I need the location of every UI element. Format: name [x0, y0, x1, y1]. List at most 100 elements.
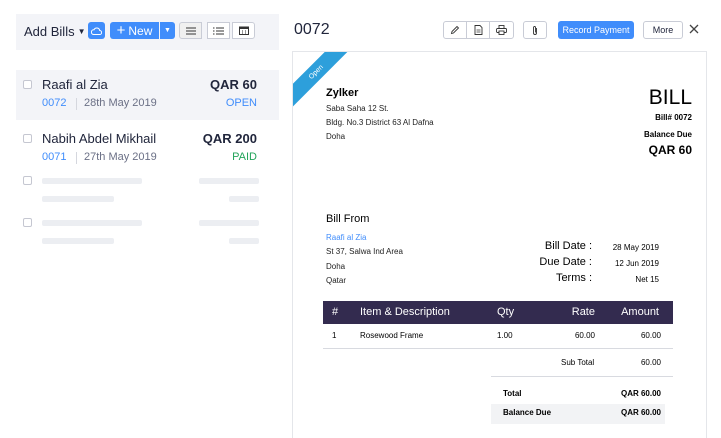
total-row: Total QAR 60.00 [491, 385, 663, 405]
pdf-icon [474, 25, 482, 35]
balance-due-amount: QAR 60 [648, 143, 692, 157]
bill-date: 27th May 2019 [84, 151, 157, 163]
calendar-view-button[interactable] [232, 22, 255, 39]
bill-document: Open Zylker Saba Saha 12 St. Bldg. No.3 … [292, 51, 707, 438]
item-num: 1 [332, 331, 337, 340]
vendor-address-line: Doha [326, 262, 346, 271]
skeleton-line [229, 196, 259, 202]
new-label: New [128, 23, 153, 38]
row-checkbox[interactable] [23, 80, 32, 89]
col-header-amount: Amount [621, 306, 659, 318]
bill-detail-pane: 0072 Record Payment More Open Zylker Sab… [280, 0, 721, 438]
vendor-name: Nabih Abdel Mikhail [42, 131, 157, 146]
total-label: Total [503, 389, 522, 398]
due-date-label: Due Date : [539, 256, 592, 268]
sub-total-value: 60.00 [640, 358, 661, 367]
skeleton-checkbox [23, 218, 32, 227]
status-badge: OPEN [225, 97, 257, 109]
sub-total-row: Sub Total 60.00 [491, 354, 663, 374]
pencil-icon [450, 25, 460, 35]
edit-button[interactable] [443, 21, 467, 39]
divider [323, 348, 673, 349]
status-badge: PAID [232, 151, 257, 163]
close-button[interactable] [686, 19, 702, 39]
bill-row[interactable]: Nabih Abdel Mikhail QAR 200 0071 27th Ma… [16, 124, 279, 174]
bill-list-pane: Add Bills ▼ + New ▼ Raafi al Zia QAR 60 00… [16, 14, 279, 438]
col-header-qty: Qty [497, 306, 515, 318]
skeleton-line [199, 220, 259, 226]
cloud-upload-button[interactable] [88, 22, 105, 39]
page-title: 0072 [294, 21, 330, 38]
terms-value: Net 15 [635, 275, 659, 284]
bill-amount: QAR 200 [202, 131, 257, 146]
vendor-address-line: St 37, Salwa Ind Area [326, 247, 403, 256]
paperclip-icon [533, 25, 537, 35]
item-amount: 60.00 [640, 331, 661, 340]
balance-due-label: Balance Due [643, 130, 692, 139]
row-checkbox[interactable] [23, 134, 32, 143]
new-bill-button[interactable]: + New [110, 22, 159, 39]
record-payment-button[interactable]: Record Payment [558, 21, 634, 39]
terms-label: Terms : [555, 272, 592, 284]
skeleton-line [42, 220, 142, 226]
col-header-item: Item & Description [360, 306, 450, 318]
print-button[interactable] [489, 21, 514, 39]
bill-date-label: Bill Date : [544, 240, 592, 252]
bill-number: 0072 [42, 97, 67, 109]
vendor-name: Raafi al Zia [42, 77, 108, 92]
divider [491, 376, 673, 377]
skeleton-line [199, 178, 259, 184]
organization-address-line: Saba Saha 12 St. [326, 104, 389, 113]
bill-from-heading: Bill From [326, 213, 370, 225]
organization-address-line: Doha [326, 132, 346, 141]
skeleton-line [42, 238, 114, 244]
printer-icon [496, 25, 507, 35]
col-header-num: # [332, 306, 339, 318]
bullet-list-icon [213, 27, 224, 34]
bill-date-value: 28 May 2019 [612, 243, 659, 252]
total-value: QAR 60.00 [620, 389, 661, 398]
vendor-address-line: Qatar [326, 276, 347, 285]
list-header: Add Bills ▼ + New ▼ [16, 14, 279, 50]
divider [76, 152, 77, 164]
pdf-button[interactable] [466, 21, 490, 39]
close-icon [689, 24, 699, 34]
item-description: Rosewood Frame [360, 331, 424, 340]
balance-due-row-label: Balance Due [503, 408, 552, 417]
list-title: Add Bills [24, 24, 75, 39]
bill-date: 28th May 2019 [84, 97, 157, 109]
caret-down-icon: ▼ [164, 27, 171, 34]
skeleton-line [42, 178, 142, 184]
item-qty: 1.00 [497, 331, 513, 340]
sub-total-label: Sub Total [561, 358, 595, 367]
bill-amount: QAR 60 [210, 77, 257, 92]
items-table-header: # Item & Description Qty Rate Amount [323, 301, 673, 324]
status-ribbon: Open [293, 52, 354, 110]
bill-number: 0071 [42, 151, 67, 163]
table-row: 1 Rosewood Frame 1.00 60.00 60.00 [323, 326, 673, 348]
item-rate: 60.00 [574, 331, 595, 340]
bill-row[interactable]: Raafi al Zia QAR 60 0072 28th May 2019 O… [16, 70, 279, 120]
plus-icon: + [116, 22, 126, 39]
new-dropdown-button[interactable]: ▼ [160, 22, 175, 39]
balance-due-row-value: QAR 60.00 [620, 408, 661, 417]
organization-address-line: Bldg. No.3 District 63 Al Dafna [326, 118, 434, 127]
list-view-selector[interactable]: Add Bills ▼ [24, 24, 86, 39]
more-button[interactable]: More [643, 21, 683, 39]
col-header-rate: Rate [571, 306, 595, 318]
balance-due-row: Balance Due QAR 60.00 [491, 404, 665, 424]
detail-list-view-button[interactable] [207, 22, 230, 39]
list-view-button[interactable] [179, 22, 202, 39]
bill-number: Bill# 0072 [655, 113, 692, 122]
skeleton-checkbox [23, 176, 32, 185]
calendar-icon [238, 26, 249, 35]
attach-button[interactable] [523, 21, 547, 39]
divider [76, 98, 77, 110]
cloud-icon [91, 27, 102, 35]
vendor-link[interactable]: Raafi al Zia [326, 233, 366, 242]
skeleton-line [42, 196, 114, 202]
skeleton-line [229, 238, 259, 244]
hamburger-icon [185, 27, 196, 34]
organization-name: Zylker [326, 87, 359, 99]
due-date-value: 12 Jun 2019 [614, 259, 659, 268]
